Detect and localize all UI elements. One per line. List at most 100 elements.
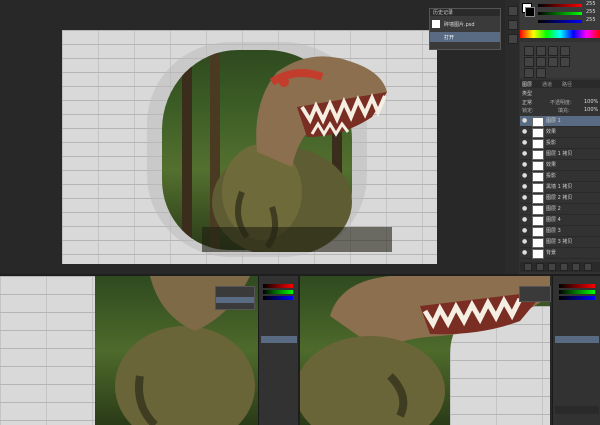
- visibility-eye-icon[interactable]: ●: [522, 239, 528, 245]
- layer-name[interactable]: 图层 1 拷贝: [546, 150, 572, 157]
- visibility-eye-icon[interactable]: ●: [522, 162, 528, 168]
- layer-thumbnail: [532, 216, 544, 226]
- layer-row[interactable]: ● 图层 1: [520, 116, 600, 127]
- history-item[interactable]: 打开: [430, 32, 500, 42]
- green-slider[interactable]: [538, 12, 582, 15]
- visibility-eye-icon[interactable]: ●: [522, 173, 528, 179]
- layer-row[interactable]: ● 背景: [520, 248, 600, 259]
- invert-icon[interactable]: [524, 68, 534, 78]
- selected-layer-row[interactable]: [261, 336, 297, 343]
- tab-paths[interactable]: 路径: [562, 81, 572, 88]
- hue-saturation-icon[interactable]: [536, 57, 546, 67]
- history-panel[interactable]: 历史记录 碎墙图片.psd 打开: [429, 8, 501, 50]
- layer-row[interactable]: ● 投影: [520, 171, 600, 182]
- color-panel[interactable]: 255 255 255: [520, 0, 600, 30]
- history-item[interactable]: [216, 297, 254, 303]
- layer-name[interactable]: 图层 3: [546, 227, 561, 234]
- green-value[interactable]: 255: [586, 9, 596, 15]
- visibility-eye-icon[interactable]: ●: [522, 151, 528, 157]
- color-balance-icon[interactable]: [548, 57, 558, 67]
- layer-thumbnail: [532, 150, 544, 160]
- layer-name[interactable]: 背景: [546, 249, 556, 256]
- adjustments-panel[interactable]: [520, 42, 600, 78]
- history-item[interactable]: 碎墙图片.psd: [430, 18, 500, 30]
- visibility-eye-icon[interactable]: ●: [522, 129, 528, 135]
- layer-row[interactable]: ● 图层 2: [520, 204, 600, 215]
- canvas-area[interactable]: 历史记录 碎墙图片.psd 打开: [0, 0, 505, 274]
- visibility-eye-icon[interactable]: ●: [522, 184, 528, 190]
- visibility-eye-icon[interactable]: ●: [522, 140, 528, 146]
- link-layers-icon[interactable]: [524, 263, 532, 271]
- tab-channels[interactable]: 通道: [542, 81, 552, 88]
- tab-layers[interactable]: 图层: [522, 81, 532, 88]
- new-group-icon[interactable]: [560, 263, 568, 271]
- visibility-eye-icon[interactable]: ●: [522, 217, 528, 223]
- layer-row[interactable]: ● 黑墙 1 拷贝: [520, 182, 600, 193]
- zoomed-history-panel[interactable]: [215, 286, 255, 310]
- visibility-eye-icon[interactable]: ●: [522, 228, 528, 234]
- layer-row[interactable]: ● 效果: [520, 160, 600, 171]
- blue-slider[interactable]: [538, 20, 582, 23]
- layer-name[interactable]: 效果: [546, 128, 556, 135]
- layer-row[interactable]: ● 投影: [520, 138, 600, 149]
- background-color-swatch[interactable]: [525, 7, 535, 17]
- actions-icon[interactable]: [508, 20, 518, 30]
- layer-name[interactable]: 效果: [546, 161, 556, 168]
- add-style-icon[interactable]: [536, 263, 544, 271]
- red-value[interactable]: 255: [586, 1, 596, 7]
- opacity-label: 不透明度:: [550, 100, 572, 106]
- fill-value[interactable]: 100%: [584, 107, 598, 113]
- red-slider[interactable]: [538, 4, 582, 7]
- layer-row[interactable]: ● 图层 1 拷贝: [520, 149, 600, 160]
- history-icon[interactable]: [508, 6, 518, 16]
- brightness-icon[interactable]: [524, 46, 534, 56]
- zoomed-history-panel[interactable]: [519, 286, 551, 302]
- visibility-eye-icon[interactable]: ●: [522, 206, 528, 212]
- blue-slider[interactable]: [263, 296, 293, 300]
- layer-name[interactable]: 图层 2 拷贝: [546, 194, 572, 201]
- layer-name[interactable]: 黑墙 1 拷贝: [546, 183, 572, 190]
- new-layer-icon[interactable]: [572, 263, 580, 271]
- blue-value[interactable]: 255: [586, 17, 596, 23]
- layers-panel-tabs[interactable]: 图层 通道 路径: [520, 80, 600, 88]
- visibility-eye-icon[interactable]: ●: [522, 195, 528, 201]
- layer-row[interactable]: ● 效果: [520, 127, 600, 138]
- posterize-icon[interactable]: [536, 68, 546, 78]
- exposure-icon[interactable]: [560, 46, 570, 56]
- visibility-eye-icon[interactable]: ●: [522, 118, 528, 124]
- layer-row[interactable]: ● 图层 3: [520, 226, 600, 237]
- add-mask-icon[interactable]: [548, 263, 556, 271]
- layer-name[interactable]: 投影: [546, 139, 556, 146]
- black-white-icon[interactable]: [560, 57, 570, 67]
- green-slider[interactable]: [559, 290, 595, 294]
- zoomed-layers-panel: [215, 276, 298, 425]
- properties-icon[interactable]: [508, 34, 518, 44]
- layer-thumbnail: [532, 249, 544, 259]
- layer-row[interactable]: ● 图层 2 拷贝: [520, 193, 600, 204]
- layer-name[interactable]: 投影: [546, 172, 556, 179]
- selected-layer-row[interactable]: [555, 336, 599, 343]
- trash-icon[interactable]: [584, 263, 592, 271]
- green-slider[interactable]: [263, 290, 293, 294]
- layer-name[interactable]: 图层 3 拷贝: [546, 238, 572, 245]
- document-canvas[interactable]: [62, 30, 437, 264]
- visibility-eye-icon[interactable]: ●: [522, 250, 528, 256]
- layer-row[interactable]: ● 图层 3 拷贝: [520, 237, 600, 248]
- layer-filter-row[interactable]: 类型: [520, 89, 600, 98]
- zoomed-dinosaur: [300, 276, 550, 425]
- red-slider[interactable]: [263, 284, 293, 288]
- curves-icon[interactable]: [548, 46, 558, 56]
- layer-name[interactable]: 图层 2: [546, 205, 561, 212]
- blend-mode-select[interactable]: 正常: [522, 99, 532, 106]
- color-ramp[interactable]: [520, 30, 600, 38]
- layer-name[interactable]: 图层 4: [546, 216, 561, 223]
- levels-icon[interactable]: [536, 46, 546, 56]
- opacity-value[interactable]: 100%: [584, 99, 598, 105]
- layer-row[interactable]: ● 图层 4: [520, 215, 600, 226]
- red-slider[interactable]: [559, 284, 595, 288]
- lock-fill-row[interactable]: 锁定: 填充: 100%: [520, 106, 600, 115]
- vibrance-icon[interactable]: [524, 57, 534, 67]
- layer-kind-filter[interactable]: 类型: [522, 90, 532, 97]
- blue-slider[interactable]: [559, 296, 595, 300]
- layer-name[interactable]: 图层 1: [546, 117, 561, 124]
